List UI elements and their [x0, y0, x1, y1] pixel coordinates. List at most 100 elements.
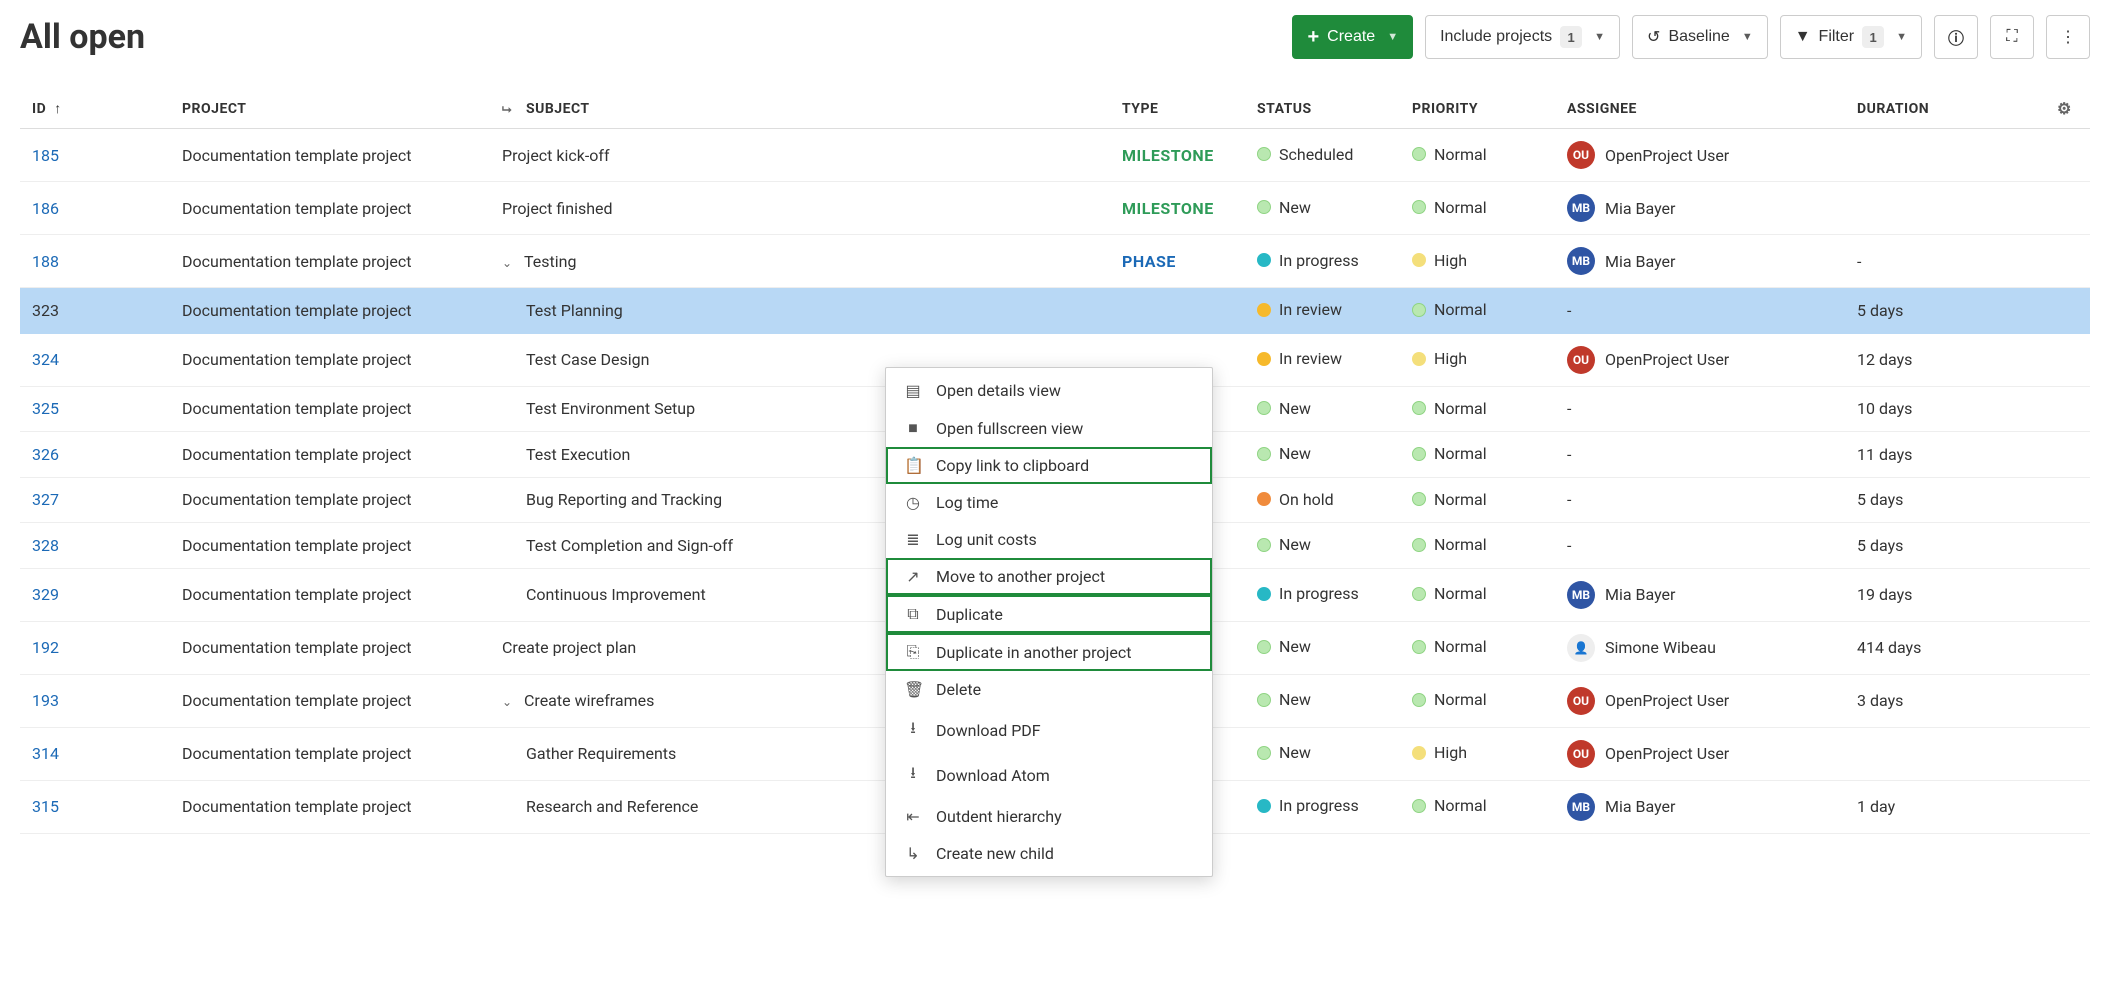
context-menu-item[interactable]: ⎘Duplicate in another project: [886, 633, 1212, 671]
work-package-id-link[interactable]: 185: [32, 146, 59, 165]
column-header-duration[interactable]: DURATION: [1845, 89, 2045, 129]
context-menu-item[interactable]: ■Open fullscreen view: [886, 409, 1212, 447]
status-cell[interactable]: New: [1245, 621, 1400, 674]
column-header-assignee[interactable]: ASSIGNEE: [1555, 89, 1845, 129]
work-package-id-link[interactable]: 326: [32, 445, 59, 464]
context-menu-item[interactable]: ⭳Download Atom: [886, 753, 1212, 798]
work-package-id-link[interactable]: 315: [32, 797, 59, 816]
context-menu-item[interactable]: 📋Copy link to clipboard: [886, 447, 1212, 484]
work-package-id-link[interactable]: 328: [32, 536, 59, 555]
column-header-id[interactable]: ID ↑: [20, 89, 170, 129]
priority-cell[interactable]: High: [1400, 235, 1555, 288]
column-header-status[interactable]: STATUS: [1245, 89, 1400, 129]
context-menu-item[interactable]: ≣Log unit costs: [886, 521, 1212, 558]
assignee-cell[interactable]: 👤Simone Wibeau: [1555, 621, 1845, 674]
status-cell[interactable]: New: [1245, 523, 1400, 569]
priority-cell[interactable]: Normal: [1400, 780, 1555, 833]
context-menu-item[interactable]: ⧉Duplicate: [886, 595, 1212, 633]
column-header-type[interactable]: TYPE: [1110, 89, 1245, 129]
assignee-cell[interactable]: MBMia Bayer: [1555, 235, 1845, 288]
status-cell[interactable]: In progress: [1245, 780, 1400, 833]
priority-cell[interactable]: Normal: [1400, 477, 1555, 523]
status-cell[interactable]: On hold: [1245, 477, 1400, 523]
assignee-cell[interactable]: MBMia Bayer: [1555, 780, 1845, 833]
baseline-button[interactable]: ↺ Baseline ▼: [1632, 15, 1768, 59]
subject-cell[interactable]: Project kick-off: [490, 129, 1110, 182]
priority-cell[interactable]: Normal: [1400, 182, 1555, 235]
status-cell[interactable]: In progress: [1245, 235, 1400, 288]
column-header-subject[interactable]: ⮡ SUBJECT: [490, 89, 1110, 129]
table-row[interactable]: 186Documentation template projectProject…: [20, 182, 2090, 235]
column-config[interactable]: ⚙: [2045, 89, 2090, 129]
fullscreen-button[interactable]: ⛶: [1990, 15, 2034, 59]
work-package-id-link[interactable]: 192: [32, 638, 59, 657]
work-package-id-link[interactable]: 186: [32, 199, 59, 218]
context-menu-item[interactable]: ▤Open details view: [886, 372, 1212, 409]
assignee-cell[interactable]: OUOpenProject User: [1555, 129, 1845, 182]
subject-cell[interactable]: ⌄Testing: [490, 235, 1110, 288]
assignee-cell[interactable]: -: [1555, 523, 1845, 569]
work-package-id-link[interactable]: 193: [32, 691, 59, 710]
status-cell[interactable]: In review: [1245, 333, 1400, 386]
assignee-cell[interactable]: -: [1555, 432, 1845, 478]
work-package-id-link[interactable]: 314: [32, 744, 59, 763]
context-menu-item[interactable]: ⇤Outdent hierarchy: [886, 798, 1212, 835]
info-button[interactable]: ⓘ: [1934, 15, 1978, 59]
table-row[interactable]: 323Documentation template projectTest Pl…: [20, 288, 2090, 334]
assignee-cell[interactable]: -: [1555, 477, 1845, 523]
priority-cell[interactable]: Normal: [1400, 621, 1555, 674]
status-cell[interactable]: In review: [1245, 288, 1400, 334]
priority-cell[interactable]: Normal: [1400, 129, 1555, 182]
status-cell[interactable]: New: [1245, 727, 1400, 780]
priority-cell[interactable]: Normal: [1400, 674, 1555, 727]
collapse-toggle-icon[interactable]: ⌄: [502, 695, 518, 709]
status-cell[interactable]: In progress: [1245, 568, 1400, 621]
assignee-cell[interactable]: -: [1555, 288, 1845, 334]
create-button[interactable]: + Create ▼: [1292, 15, 1413, 59]
priority-cell[interactable]: Normal: [1400, 432, 1555, 478]
context-menu-item[interactable]: ↳Create new child: [886, 835, 1212, 872]
menu-item-label: Download Atom: [936, 766, 1050, 785]
priority-cell[interactable]: High: [1400, 333, 1555, 386]
column-header-priority[interactable]: PRIORITY: [1400, 89, 1555, 129]
status-cell[interactable]: New: [1245, 182, 1400, 235]
filter-count-badge: 1: [1862, 26, 1884, 48]
subject-cell[interactable]: Test Planning: [490, 288, 1110, 334]
subject-cell[interactable]: Project finished: [490, 182, 1110, 235]
column-header-project[interactable]: PROJECT: [170, 89, 490, 129]
work-package-id-link[interactable]: 324: [32, 350, 59, 369]
assignee-cell[interactable]: OUOpenProject User: [1555, 674, 1845, 727]
status-cell[interactable]: New: [1245, 432, 1400, 478]
priority-dot-icon: [1412, 799, 1426, 813]
include-projects-button[interactable]: Include projects 1 ▼: [1425, 15, 1620, 59]
work-package-id-link[interactable]: 327: [32, 490, 59, 509]
collapse-toggle-icon[interactable]: ⌄: [502, 256, 518, 270]
kebab-icon: ⋮: [2060, 27, 2076, 47]
status-cell[interactable]: New: [1245, 674, 1400, 727]
priority-cell[interactable]: Normal: [1400, 568, 1555, 621]
duration-cell: -: [1845, 235, 2045, 288]
priority-cell[interactable]: Normal: [1400, 523, 1555, 569]
assignee-cell[interactable]: OUOpenProject User: [1555, 333, 1845, 386]
table-row[interactable]: 185Documentation template projectProject…: [20, 129, 2090, 182]
context-menu-item[interactable]: ↗Move to another project: [886, 558, 1212, 595]
table-row[interactable]: 188Documentation template project⌄Testin…: [20, 235, 2090, 288]
assignee-cell[interactable]: OUOpenProject User: [1555, 727, 1845, 780]
work-package-id-link[interactable]: 329: [32, 585, 59, 604]
assignee-cell[interactable]: -: [1555, 386, 1845, 432]
context-menu-item[interactable]: ◷Log time: [886, 484, 1212, 521]
menu-item-label: Open details view: [936, 381, 1061, 400]
priority-cell[interactable]: Normal: [1400, 288, 1555, 334]
priority-cell[interactable]: High: [1400, 727, 1555, 780]
filter-button[interactable]: ▼ Filter 1 ▼: [1780, 15, 1922, 59]
priority-cell[interactable]: Normal: [1400, 386, 1555, 432]
more-button[interactable]: ⋮: [2046, 15, 2090, 59]
work-package-id-link[interactable]: 325: [32, 399, 59, 418]
work-package-id-link[interactable]: 188: [32, 252, 59, 271]
assignee-cell[interactable]: MBMia Bayer: [1555, 182, 1845, 235]
context-menu-item[interactable]: 🗑Delete: [886, 671, 1212, 708]
assignee-cell[interactable]: MBMia Bayer: [1555, 568, 1845, 621]
context-menu-item[interactable]: ⭳Download PDF: [886, 708, 1212, 753]
status-cell[interactable]: Scheduled: [1245, 129, 1400, 182]
status-cell[interactable]: New: [1245, 386, 1400, 432]
